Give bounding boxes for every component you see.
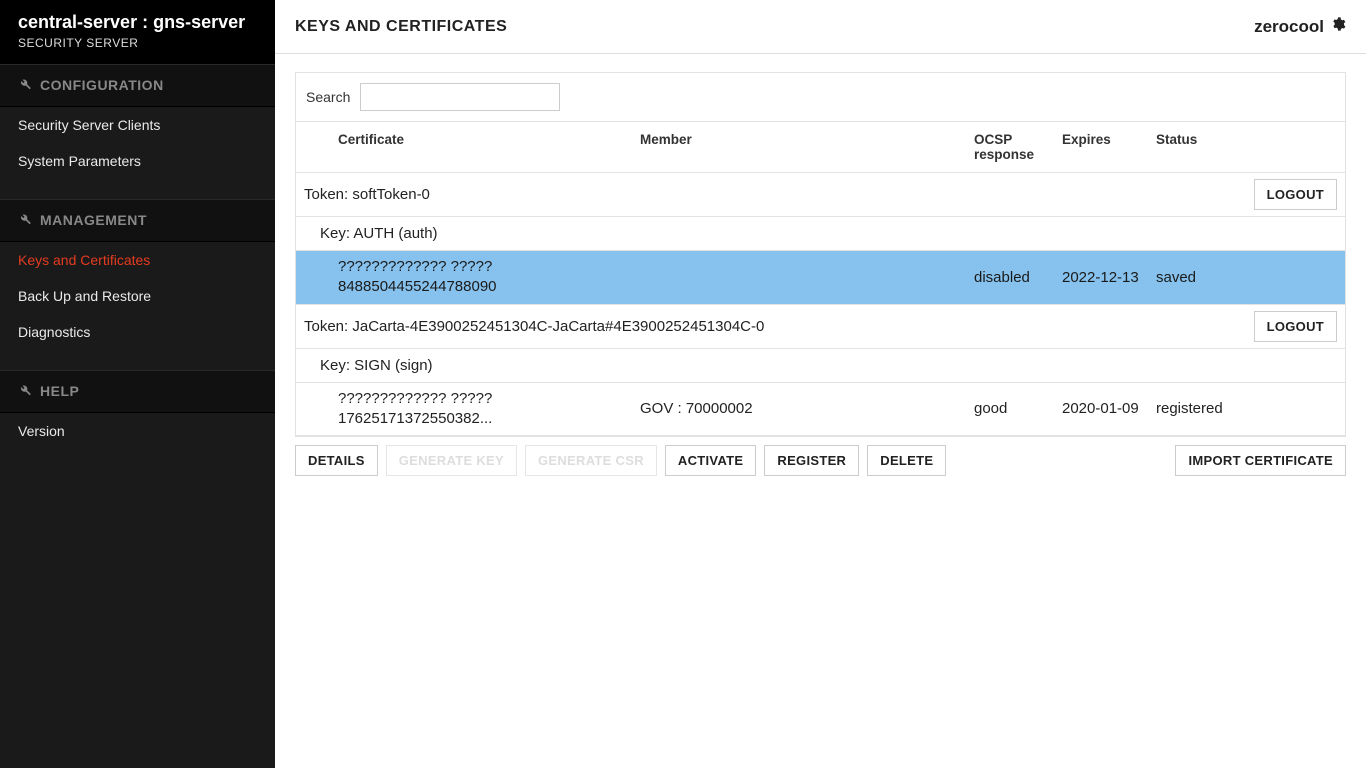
cert-expires: 2022-12-13 — [1062, 269, 1156, 286]
cert-expires: 2020-01-09 — [1062, 400, 1156, 417]
col-header-member[interactable]: Member — [636, 132, 974, 162]
wrench-icon — [18, 212, 32, 229]
username: zerocool — [1254, 17, 1324, 37]
cert-ocsp: good — [974, 400, 1062, 417]
logout-button[interactable]: LOGOUT — [1254, 179, 1337, 210]
import-certificate-button[interactable]: IMPORT CERTIFICATE — [1175, 445, 1346, 476]
token-row[interactable]: Token: softToken-0 LOGOUT — [296, 173, 1345, 217]
gear-icon — [1330, 16, 1346, 37]
keys-certificates-table: Certificate Member OCSP response Expires… — [295, 122, 1346, 437]
cert-name: ????????????? ????? 8488504455244788090 — [296, 257, 636, 298]
register-button[interactable]: REGISTER — [764, 445, 859, 476]
sidebar-item-keys-and-certificates[interactable]: Keys and Certificates — [0, 242, 275, 278]
sidebar: central-server : gns-server SECURITY SER… — [0, 0, 275, 768]
search-bar: Search — [295, 72, 1346, 122]
page-title: KEYS AND CERTIFICATES — [295, 18, 507, 36]
search-input[interactable] — [360, 83, 560, 111]
col-header-status[interactable]: Status — [1156, 132, 1276, 162]
col-header-ocsp[interactable]: OCSP response — [974, 132, 1062, 162]
main: KEYS AND CERTIFICATES zerocool Search Ce… — [275, 0, 1366, 768]
activate-button[interactable]: ACTIVATE — [665, 445, 756, 476]
user-menu[interactable]: zerocool — [1254, 16, 1346, 37]
server-type: SECURITY SERVER — [18, 36, 257, 50]
details-button[interactable]: DETAILS — [295, 445, 378, 476]
sidebar-item-back-up-and-restore[interactable]: Back Up and Restore — [0, 278, 275, 314]
logout-button[interactable]: LOGOUT — [1254, 311, 1337, 342]
sidebar-section-help[interactable]: HELP — [0, 370, 275, 413]
sidebar-section-management[interactable]: MANAGEMENT — [0, 199, 275, 242]
wrench-icon — [18, 383, 32, 400]
certificate-row[interactable]: ????????????? ????? 8488504455244788090 … — [296, 251, 1345, 305]
wrench-icon — [18, 77, 32, 94]
sidebar-item-version[interactable]: Version — [0, 413, 275, 449]
delete-button[interactable]: DELETE — [867, 445, 946, 476]
table-header: Certificate Member OCSP response Expires… — [296, 122, 1345, 173]
search-label: Search — [306, 89, 350, 105]
col-header-certificate[interactable]: Certificate — [296, 132, 636, 162]
content: Search Certificate Member OCSP response … — [275, 54, 1366, 494]
token-label: Token: JaCarta-4E3900252451304C-JaCarta#… — [304, 318, 1254, 335]
cert-ocsp: disabled — [974, 269, 1062, 286]
cert-status: saved — [1156, 269, 1276, 286]
action-bar: DETAILS GENERATE KEY GENERATE CSR ACTIVA… — [295, 445, 1346, 476]
sidebar-item-diagnostics[interactable]: Diagnostics — [0, 314, 275, 350]
token-label: Token: softToken-0 — [304, 186, 1254, 203]
key-row[interactable]: Key: SIGN (sign) — [296, 349, 1345, 383]
server-id: central-server : gns-server — [18, 12, 257, 34]
cert-name: ????????????? ????? 17625171372550382... — [296, 389, 636, 430]
sidebar-item-security-server-clients[interactable]: Security Server Clients — [0, 107, 275, 143]
topbar: KEYS AND CERTIFICATES zerocool — [275, 0, 1366, 54]
generate-csr-button: GENERATE CSR — [525, 445, 657, 476]
sidebar-header: central-server : gns-server SECURITY SER… — [0, 0, 275, 64]
col-header-expires[interactable]: Expires — [1062, 132, 1156, 162]
generate-key-button: GENERATE KEY — [386, 445, 517, 476]
sidebar-section-configuration[interactable]: CONFIGURATION — [0, 64, 275, 107]
cert-status: registered — [1156, 400, 1276, 417]
certificate-row[interactable]: ????????????? ????? 17625171372550382...… — [296, 383, 1345, 437]
cert-member: GOV : 70000002 — [636, 400, 974, 417]
key-row[interactable]: Key: AUTH (auth) — [296, 217, 1345, 251]
token-row[interactable]: Token: JaCarta-4E3900252451304C-JaCarta#… — [296, 305, 1345, 349]
sidebar-item-system-parameters[interactable]: System Parameters — [0, 143, 275, 179]
